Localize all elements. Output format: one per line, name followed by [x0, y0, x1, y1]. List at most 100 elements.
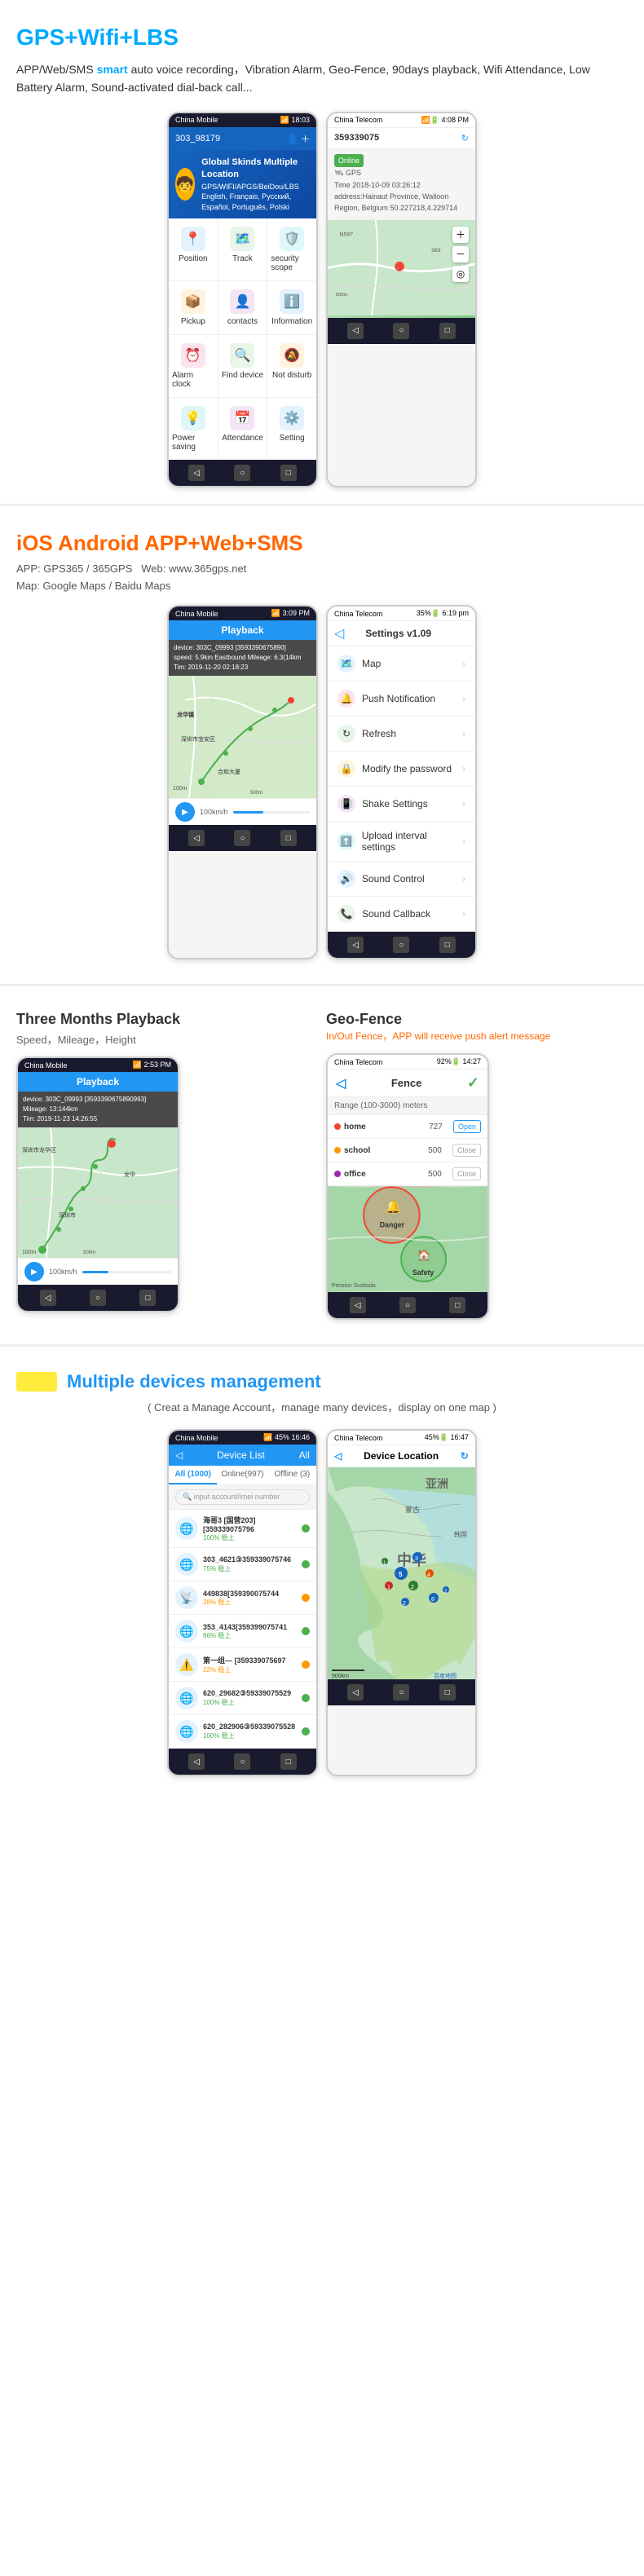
settings-upload-interval[interactable]: ⬆️ Upload interval settings › — [328, 822, 475, 862]
grid-item-track[interactable]: 🗺️ Track — [218, 218, 267, 280]
device-item-1[interactable]: 🌐 海哥3 [国营203] [359339075796 100% 稳上 — [169, 1510, 316, 1548]
nav-back[interactable]: ◁ — [188, 465, 205, 481]
play-button-3[interactable]: ▶ — [24, 1262, 44, 1281]
map-zoom-out[interactable]: － — [452, 246, 469, 262]
nav-home-7[interactable]: ○ — [234, 1753, 250, 1770]
device-icon-5: ⚠️ — [175, 1653, 198, 1676]
settings-sound-callback[interactable]: 📞 Sound Callback › — [328, 897, 475, 932]
grid-item-alarm[interactable]: ⏰ Alarm clock — [169, 335, 218, 397]
nav-back-4[interactable]: ◁ — [347, 937, 364, 953]
nav-home-6[interactable]: ○ — [399, 1297, 416, 1313]
nav-back-3[interactable]: ◁ — [188, 830, 205, 846]
device-status-dot-1 — [302, 1524, 310, 1533]
nav-back-2[interactable]: ◁ — [347, 323, 364, 339]
playback3-map: 深圳市龙华区 深圳市 龙华 100m 500m — [18, 1127, 178, 1258]
settings-sound-control[interactable]: 🔊 Sound Control › — [328, 862, 475, 897]
nav-recent-8[interactable]: □ — [439, 1684, 456, 1700]
settings-map[interactable]: 🗺️ Map › — [328, 646, 475, 681]
grid-item-contacts[interactable]: 👤 contacts — [218, 281, 267, 334]
device-search-input[interactable]: 🔍 input account/imei number — [175, 1489, 310, 1505]
grid-item-powersaving[interactable]: 💡 Power saving — [169, 398, 218, 460]
map-locate[interactable]: ◎ — [452, 266, 469, 282]
nav-home-5[interactable]: ○ — [90, 1290, 106, 1306]
svg-text:500m: 500m — [336, 293, 348, 298]
nav-recent-3[interactable]: □ — [280, 830, 297, 846]
tab-online[interactable]: Online(997) — [217, 1466, 267, 1484]
phone6-navbar: ◁ ○ □ — [328, 1292, 487, 1318]
fence-open-home[interactable]: Open — [453, 1120, 481, 1133]
nav-home-3[interactable]: ○ — [234, 830, 250, 846]
svg-text:深圳市: 深圳市 — [59, 1211, 76, 1219]
playback3-info: device: 303C_09993 [3593390675890993] Mi… — [18, 1092, 178, 1127]
settings-shake[interactable]: 📳 Shake Settings › — [328, 787, 475, 822]
svg-text:中华: 中华 — [397, 1551, 426, 1568]
device-icon-6: 🌐 — [175, 1687, 198, 1709]
phone7-navbar: ◁ ○ □ — [169, 1749, 316, 1775]
tab-offline[interactable]: Offline (3) — [268, 1466, 316, 1484]
nav-home-2[interactable]: ○ — [393, 323, 409, 339]
nav-home-4[interactable]: ○ — [393, 937, 409, 953]
playback-col-title: Three Months Playback — [16, 1011, 318, 1028]
nav-home[interactable]: ○ — [234, 465, 250, 481]
device-item-3[interactable]: 📡 449838[359390075744 38% 稳上 — [169, 1581, 316, 1615]
nav-recent-4[interactable]: □ — [439, 937, 456, 953]
nav-back-7[interactable]: ◁ — [188, 1753, 205, 1770]
nav-home-8[interactable]: ○ — [393, 1684, 409, 1700]
fence-close-office[interactable]: Close — [452, 1167, 481, 1180]
device-list-items: 🌐 海哥3 [国营203] [359339075796 100% 稳上 🌐 30… — [169, 1510, 316, 1749]
grid-item-find[interactable]: 🔍 Find device — [218, 335, 267, 397]
device-item-2[interactable]: 🌐 303_4621③359339075746 75% 稳上 — [169, 1548, 316, 1581]
phone-playback-3months: China Mobile 📶 2:53 PM Playback device: … — [16, 1056, 179, 1312]
nav-recent-2[interactable]: □ — [439, 323, 456, 339]
grid-item-setting[interactable]: ⚙️ Setting — [267, 398, 316, 460]
map-zoom-in[interactable]: ＋ — [452, 227, 469, 243]
nav-back-5[interactable]: ◁ — [40, 1290, 56, 1306]
settings-refresh[interactable]: ↻ Refresh › — [328, 717, 475, 752]
phone7-statusbar: China Mobile 📶 45% 16:46 — [169, 1431, 316, 1445]
svg-text:深圳市宝安区: 深圳市宝安区 — [181, 735, 215, 743]
device-item-4[interactable]: 🌐 353_4143[359399075741 96% 稳上 — [169, 1615, 316, 1648]
device-icon-7: 🌐 — [175, 1720, 198, 1743]
settings-modify-password[interactable]: 🔒 Modify the password › — [328, 752, 475, 787]
playback-header: Playback — [169, 620, 316, 640]
section4-sub: ( Creat a Manage Account，manage many dev… — [16, 1399, 628, 1414]
grid-item-pickup[interactable]: 📦 Pickup — [169, 281, 218, 334]
playback-controls: ▶ 100km/h — [169, 798, 316, 825]
device-icon-2: 🌐 — [175, 1553, 198, 1576]
sound-callback-icon: 📞 — [337, 905, 355, 923]
fence-header: ◁ Fence ✓ — [328, 1070, 487, 1097]
nav-recent-6[interactable]: □ — [449, 1297, 465, 1313]
device-item-7[interactable]: 🌐 620_282906③59339075528 100% 稳上 — [169, 1715, 316, 1749]
attendance-icon: 📅 — [230, 406, 254, 430]
device-location-header: ◁ Device Location ↻ — [328, 1445, 475, 1467]
device-item-5[interactable]: ⚠️ 第一组— [359339075697 22% 稳上 — [169, 1648, 316, 1682]
nav-recent[interactable]: □ — [280, 465, 297, 481]
fence-row-home: home 727 Open — [328, 1115, 487, 1139]
svg-text:3: 3 — [415, 1556, 418, 1562]
phone-device-list: China Mobile 📶 45% 16:46 ◁ Device List A… — [167, 1429, 318, 1776]
push-notification-icon: 🔔 — [337, 690, 355, 708]
phone-app-menu: China Mobile 📶 18:03 303_98179 👤 ＋ 🧒 Glo… — [167, 112, 318, 488]
phone4-statusbar: China Telecom 35%🔋 6:19 pm — [328, 607, 475, 621]
settings-push-notification[interactable]: 🔔 Push Notification › — [328, 681, 475, 717]
section4-phones-row: China Mobile 📶 45% 16:46 ◁ Device List A… — [16, 1429, 628, 1776]
alarm-icon: ⏰ — [181, 343, 205, 368]
contacts-icon: 👤 — [230, 289, 254, 314]
grid-item-information[interactable]: ℹ️ Information — [267, 281, 316, 334]
nav-back-6[interactable]: ◁ — [350, 1297, 366, 1313]
geofence-title: Geo-Fence — [326, 1011, 628, 1028]
device-item-6[interactable]: 🌐 620_29682③59339075529 100% 稳上 — [169, 1682, 316, 1715]
device-location-map: 亚洲 蒙古 韩国 中华 5 3 2 1 4 — [328, 1467, 475, 1679]
map-settings-icon: 🗺️ — [337, 655, 355, 673]
fence-close-school[interactable]: Close — [452, 1144, 481, 1157]
play-button[interactable]: ▶ — [175, 802, 195, 822]
grid-item-attendance[interactable]: 📅 Attendance — [218, 398, 267, 460]
tab-all[interactable]: All (1000) — [169, 1466, 217, 1484]
grid-item-notdisturb[interactable]: 🔕 Not disturb — [267, 335, 316, 397]
nav-recent-5[interactable]: □ — [139, 1290, 156, 1306]
grid-item-position[interactable]: 📍 Position — [169, 218, 218, 280]
nav-recent-7[interactable]: □ — [280, 1753, 297, 1770]
phone2-statusbar: China Telecom 📶🔋 4:08 PM — [328, 113, 475, 128]
grid-item-security[interactable]: 🛡️ security scope — [267, 218, 316, 280]
nav-back-8[interactable]: ◁ — [347, 1684, 364, 1700]
